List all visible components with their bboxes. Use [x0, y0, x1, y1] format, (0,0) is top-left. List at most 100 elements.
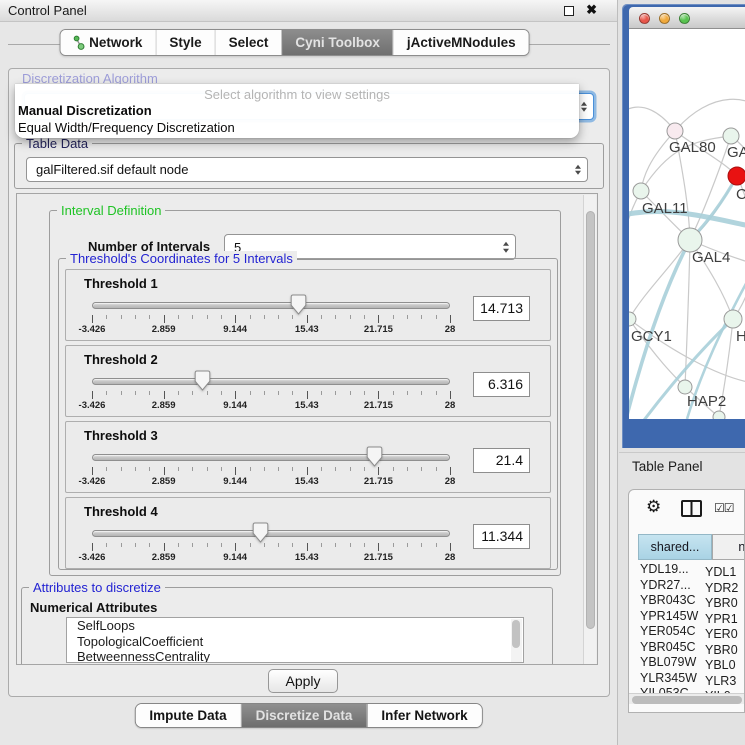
zoom-traffic-light[interactable] — [679, 13, 690, 24]
slider-handle[interactable] — [252, 522, 269, 543]
control-panel-title: Control Panel — [8, 3, 87, 18]
slider-track[interactable] — [92, 454, 450, 461]
network-node[interactable] — [713, 411, 725, 419]
tick-mark — [350, 315, 351, 319]
tab-infer-network[interactable]: Infer Network — [366, 704, 481, 727]
tab-network[interactable]: Network — [60, 30, 155, 55]
tick-label: 15.43 — [295, 324, 319, 335]
tab-discretize-data[interactable]: Discretize Data — [241, 704, 367, 727]
tick-label: 9.144 — [223, 324, 247, 335]
slider-track[interactable] — [92, 378, 450, 385]
combo-stepper-icon[interactable] — [581, 101, 587, 112]
checkbox-icons[interactable]: ☑☑ — [714, 501, 734, 515]
horizontal-scrollbar-thumb[interactable] — [632, 696, 742, 704]
tick-label: -3.426 — [79, 552, 106, 563]
threshold-value-field[interactable]: 11.344 — [473, 524, 530, 549]
tick-mark — [207, 467, 208, 471]
minimize-traffic-light[interactable] — [659, 13, 670, 24]
threshold-value-field[interactable]: 6.316 — [473, 372, 530, 397]
table-row[interactable]: YBR045CYBR0 — [629, 640, 745, 656]
table-row[interactable]: YDL19...YDL1 — [629, 562, 745, 578]
network-node[interactable] — [728, 167, 745, 185]
list-item[interactable]: TopologicalCoefficient — [67, 634, 523, 650]
tick-mark — [421, 543, 422, 547]
cell-shared-name: YBR045C — [629, 640, 701, 654]
list-scrollbar[interactable] — [511, 619, 522, 663]
slider-handle[interactable] — [194, 370, 211, 391]
tick-mark — [335, 391, 336, 395]
interval-definition-title: Interval Definition — [57, 203, 165, 218]
list-item[interactable]: SelfLoops — [67, 618, 523, 634]
tick-mark — [121, 543, 122, 547]
table-row[interactable]: YBR043CYBR0 — [629, 593, 745, 609]
cell-name: YBR0 — [701, 596, 738, 610]
tick-label: 21.715 — [364, 324, 393, 335]
tab-select[interactable]: Select — [215, 30, 282, 55]
threshold-slider[interactable]: -3.4262.8599.14415.4321.71528 — [92, 512, 450, 568]
tick-mark — [221, 467, 222, 471]
slider-track[interactable] — [92, 302, 450, 309]
network-window-titlebar[interactable] — [629, 7, 745, 29]
horizontal-scrollbar[interactable] — [629, 693, 744, 704]
vertical-scrollbar[interactable] — [583, 195, 596, 665]
threshold-panel: Threshold 4 -3.4262.8599.14415.4321.7152… — [65, 497, 551, 569]
threshold-slider[interactable]: -3.4262.8599.14415.4321.71528 — [92, 436, 450, 492]
tick-label: 28 — [445, 476, 456, 487]
list-item[interactable]: BetweennessCentrality — [67, 649, 523, 663]
network-node[interactable] — [633, 183, 649, 199]
tab-jactivemnodules[interactable]: jActiveMNodules — [393, 30, 529, 55]
vertical-scrollbar-thumb[interactable] — [586, 211, 595, 629]
tick-mark — [92, 391, 93, 399]
table-data-combobox[interactable]: galFiltered.sif default node — [26, 157, 588, 182]
cell-name: YDL1 — [701, 565, 736, 579]
tick-mark — [307, 315, 308, 323]
slider-handle[interactable] — [290, 294, 307, 315]
gear-icon[interactable]: ⚙ — [646, 497, 661, 517]
slider-handle[interactable] — [366, 446, 383, 467]
slider-track[interactable] — [92, 530, 450, 537]
table-row[interactable]: YPR145WYPR1 — [629, 609, 745, 625]
column-header-shared[interactable]: shared... — [638, 534, 712, 560]
tab-style[interactable]: Style — [155, 30, 214, 55]
list-scrollbar-thumb[interactable] — [512, 620, 520, 648]
network-canvas[interactable]: GAL80GACGAL11GAL4GCY1HHAP2 — [629, 29, 745, 419]
float-window-icon[interactable] — [564, 6, 574, 16]
tick-mark — [178, 315, 179, 319]
combo-stepper-icon[interactable] — [503, 242, 509, 253]
slider-ticks — [92, 466, 450, 475]
apply-button[interactable]: Apply — [268, 669, 338, 693]
network-node[interactable] — [723, 128, 739, 144]
column-header-name[interactable]: name — [712, 534, 745, 560]
table-row[interactable]: YLR345WYLR3 — [629, 671, 745, 687]
tick-label: -3.426 — [79, 400, 106, 411]
network-edge[interactable] — [675, 99, 745, 131]
slider-tick-labels: -3.4262.8599.14415.4321.71528 — [92, 552, 450, 564]
tick-mark — [393, 391, 394, 395]
tick-mark — [421, 315, 422, 319]
combo-stepper-icon[interactable] — [575, 164, 581, 175]
network-view-window[interactable]: GAL80GACGAL11GAL4GCY1HHAP2 — [622, 4, 745, 448]
tick-mark — [292, 467, 293, 471]
tick-mark — [192, 467, 193, 471]
table-row[interactable]: YDR27...YDR2 — [629, 578, 745, 594]
split-view-icon[interactable] — [681, 500, 702, 517]
threshold-value-field[interactable]: 21.4 — [473, 448, 530, 473]
close-traffic-light[interactable] — [639, 13, 650, 24]
close-icon[interactable]: ✖ — [586, 2, 597, 18]
numerical-attributes-list[interactable]: SelfLoopsTopologicalCoefficientBetweenne… — [66, 617, 524, 663]
table-row[interactable]: YBL079WYBL0 — [629, 655, 745, 671]
cell-shared-name: YPR145W — [629, 609, 701, 623]
network-node[interactable] — [667, 123, 683, 139]
network-graph[interactable]: GAL80GACGAL11GAL4GCY1HHAP2 — [629, 29, 745, 419]
table-row[interactable]: YER054CYER0 — [629, 624, 745, 640]
network-node[interactable] — [724, 310, 742, 328]
threshold-slider[interactable]: -3.4262.8599.14415.4321.71528 — [92, 284, 450, 340]
tab-impute-data[interactable]: Impute Data — [135, 704, 240, 727]
threshold-value-field[interactable]: 14.713 — [473, 296, 530, 321]
dropdown-option-manual[interactable]: Manual Discretization — [15, 103, 579, 120]
threshold-slider[interactable]: -3.4262.8599.14415.4321.71528 — [92, 360, 450, 416]
dropdown-option-equal-width[interactable]: Equal Width/Frequency Discretization — [15, 120, 579, 137]
network-node[interactable] — [678, 380, 692, 394]
tick-label: 21.715 — [364, 552, 393, 563]
tab-cyni-toolbox[interactable]: Cyni Toolbox — [281, 30, 393, 55]
